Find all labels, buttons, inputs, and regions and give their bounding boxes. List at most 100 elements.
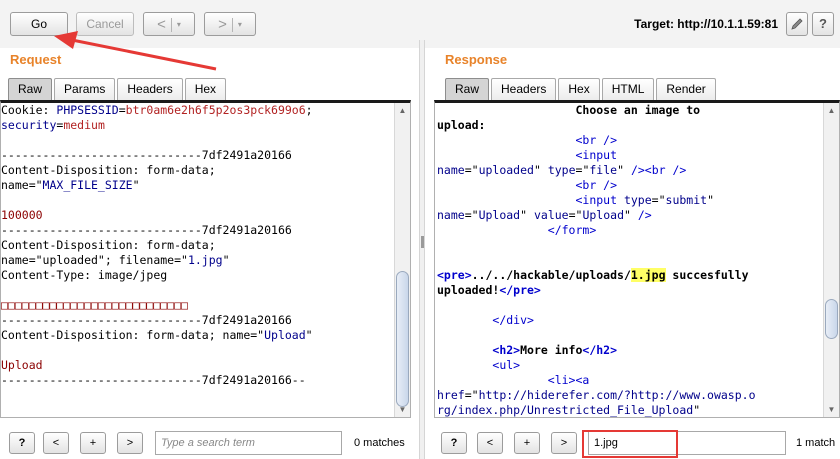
code-line: <input type="submit" <box>437 193 823 208</box>
code-token: -----------------------------7df2491a201… <box>1 223 292 237</box>
scroll-thumb[interactable] <box>825 299 838 339</box>
code-token: file <box>589 163 618 177</box>
code-line: <ul> <box>437 358 823 373</box>
pane-divider[interactable] <box>419 40 425 459</box>
help-icon: ? <box>819 16 827 31</box>
code-line: 100000 <box>1 208 394 223</box>
response-match-count: 1 match <box>796 437 836 449</box>
code-token: Cookie: <box>1 103 57 117</box>
code-token: http://hiderefer.com/?http://www.owasp.o <box>478 388 756 402</box>
tab-headers[interactable]: Headers <box>491 78 557 100</box>
tab-hex[interactable]: Hex <box>184 78 227 100</box>
code-token: value <box>533 208 569 222</box>
search-help-button[interactable]: ? <box>9 432 35 454</box>
tab-headers[interactable]: Headers <box>117 78 183 100</box>
search-next-button[interactable]: > <box>117 432 143 454</box>
code-token: Content-Disposition: form-data; <box>1 163 216 177</box>
tab-raw[interactable]: Raw <box>445 78 490 100</box>
response-editor[interactable]: Choose an image to upload: <br /> <input n… <box>434 100 840 418</box>
code-token: btr0am6e2h6f5p2os3pck699o6 <box>125 103 306 117</box>
code-token: " <box>222 253 230 267</box>
code-token: PHPSESSID <box>56 103 119 117</box>
search-prev-button[interactable]: < <box>43 432 69 454</box>
code-token: /><br /> <box>630 163 687 177</box>
code-token: <pre> <box>437 268 472 282</box>
code-token: 100000 <box>1 208 43 222</box>
code-line: <br /> <box>437 133 823 148</box>
edit-target-button[interactable] <box>786 12 808 36</box>
code-token: uploaded <box>478 163 534 177</box>
request-scrollbar[interactable]: ▲ ▼ <box>394 103 410 417</box>
code-token: </form> <box>547 223 597 237</box>
code-line: Content-Disposition: form-data; <box>1 238 394 253</box>
code-line: href="http://hiderefer.com/?http://www.o… <box>437 388 823 403</box>
code-line: upload: <box>437 118 823 133</box>
code-token: " <box>624 208 638 222</box>
response-title: Response <box>445 52 508 67</box>
code-line: name="MAX_FILE_SIZE" <box>1 178 394 193</box>
annotation-highlight-box <box>582 430 678 458</box>
code-token: " <box>707 193 714 207</box>
code-token: </div> <box>492 313 534 327</box>
code-token: /> <box>637 208 652 222</box>
code-token: -----------------------------7df2491a201… <box>1 313 292 327</box>
tab-raw[interactable]: Raw <box>8 78 53 100</box>
search-add-button[interactable]: + <box>80 432 106 454</box>
code-token: =" <box>464 163 479 177</box>
code-token: " <box>693 403 701 417</box>
request-code: Cookie: PHPSESSID=btr0am6e2h6f5p2os3pck6… <box>1 103 394 417</box>
code-token: " <box>520 208 534 222</box>
code-line: -----------------------------7df2491a201… <box>1 223 394 238</box>
code-token: <li><a <box>547 373 590 387</box>
request-editor[interactable]: Cookie: PHPSESSID=btr0am6e2h6f5p2os3pck6… <box>0 100 411 418</box>
tab-params[interactable]: Params <box>54 78 116 100</box>
code-line: -----------------------------7df2491a201… <box>1 313 394 328</box>
code-token: 1.jpg <box>187 253 223 267</box>
code-token: <br /> <box>575 133 618 147</box>
search-prev-button[interactable]: < <box>477 432 503 454</box>
code-token: Content-Disposition: form-data; name=" <box>1 328 265 342</box>
search-add-button[interactable]: + <box>514 432 540 454</box>
code-token: -----------------------------7df2491a201… <box>1 373 306 387</box>
code-line: name="uploaded"; filename="1.jpg" <box>1 253 394 268</box>
code-token: =" <box>575 163 590 177</box>
response-scrollbar[interactable]: ▲ ▼ <box>823 103 839 417</box>
code-line: <br /> <box>437 178 823 193</box>
scroll-up-icon[interactable]: ▲ <box>395 103 410 118</box>
response-code: Choose an image to upload: <br /> <input n… <box>437 103 823 417</box>
tab-html[interactable]: HTML <box>601 78 655 100</box>
code-token: Upload <box>1 358 43 372</box>
request-search-input[interactable]: Type a search term <box>155 431 342 455</box>
request-match-count: 0 matches <box>354 437 405 449</box>
code-token: Upload <box>264 328 306 342</box>
scroll-thumb[interactable] <box>396 271 409 407</box>
code-token: succesfully <box>665 268 749 282</box>
scroll-down-icon[interactable]: ▼ <box>395 402 410 417</box>
pencil-icon <box>791 18 803 30</box>
target-label: Target: http://10.1.1.59:81 <box>634 17 778 31</box>
code-token: <input <box>575 148 618 162</box>
search-help-button[interactable]: ? <box>441 432 467 454</box>
code-token: name <box>437 208 465 222</box>
tab-hex[interactable]: Hex <box>558 78 600 100</box>
tab-render[interactable]: Render <box>656 78 716 100</box>
code-token: <h2> <box>492 343 521 357</box>
search-match-highlight: 1.jpg <box>630 268 666 282</box>
help-button[interactable]: ? <box>812 12 834 36</box>
scroll-down-icon[interactable]: ▼ <box>824 402 839 417</box>
code-token: </h2> <box>582 343 618 357</box>
code-token: = <box>118 103 126 117</box>
search-next-button[interactable]: > <box>551 432 577 454</box>
code-line: </div> <box>437 313 823 328</box>
scroll-up-icon[interactable]: ▲ <box>824 103 839 118</box>
